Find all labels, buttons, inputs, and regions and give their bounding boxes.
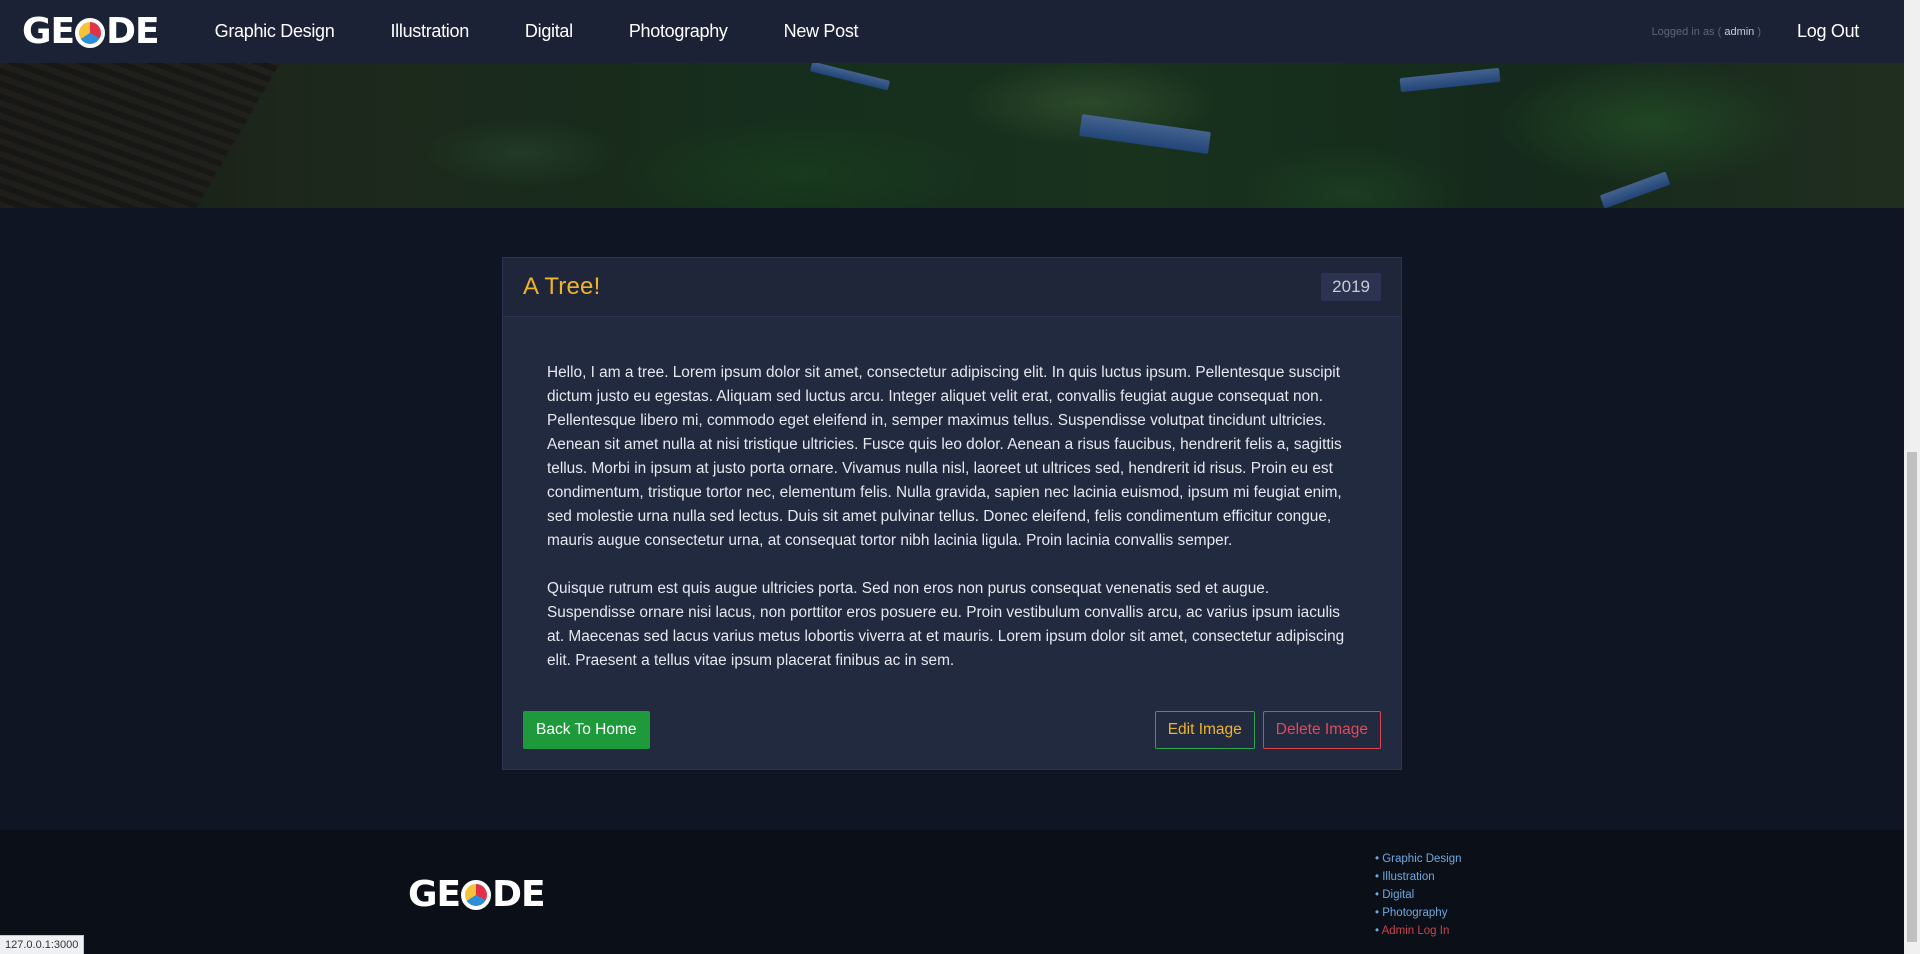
logged-in-status: Logged in as ( admin ) [1652, 26, 1761, 38]
post-card-header: A Tree! 2019 [503, 258, 1401, 317]
site-logo[interactable]: GE DE [22, 0, 160, 63]
post-body: Hello, I am a tree. Lorem ipsum dolor si… [503, 317, 1401, 673]
logged-in-username: admin [1724, 25, 1755, 38]
logo-text-left: GE [22, 11, 75, 52]
nav-link-digital[interactable]: Digital [525, 21, 573, 42]
footer-link-graphic-design[interactable]: Graphic Design [1375, 850, 1461, 868]
nav-links: Graphic Design Illustration Digital Phot… [191, 21, 891, 42]
footer-logo-text-left: GE [408, 874, 461, 915]
logo-text-right: DE [106, 11, 159, 52]
footer-logo-o-icon [461, 879, 492, 910]
hero-image [0, 63, 1904, 208]
nav-link-illustration[interactable]: Illustration [390, 21, 469, 42]
page-scrollbar[interactable] [1904, 0, 1920, 954]
scrollbar-thumb[interactable] [1907, 452, 1917, 942]
footer-link-photography[interactable]: Photography [1375, 904, 1462, 922]
footer-link-digital[interactable]: Digital [1375, 886, 1462, 904]
footer-links: Graphic Design Illustration Digital Phot… [1375, 850, 1462, 940]
post-year-badge: 2019 [1321, 273, 1381, 301]
top-navbar: GE DE Graphic Design Illustration Digital… [0, 0, 1904, 63]
post-title: A Tree! [523, 273, 601, 300]
logged-in-suffix: ) [1757, 25, 1762, 38]
edit-image-button[interactable]: Edit Image [1154, 711, 1255, 749]
logout-link[interactable]: Log Out [1797, 21, 1859, 42]
delete-image-button[interactable]: Delete Image [1262, 711, 1381, 749]
post-card-footer: Back To Home Edit Image Delete Image [523, 711, 1381, 749]
hero-shade [0, 63, 1904, 208]
nav-link-new-post[interactable]: New Post [784, 21, 859, 42]
nav-right: Logged in as ( admin ) Log Out [1652, 21, 1904, 42]
footer-logo-text-right: DE [492, 874, 545, 915]
nav-link-graphic-design[interactable]: Graphic Design [215, 21, 335, 42]
status-bar-url: 127.0.0.1:3000 [0, 935, 85, 954]
post-actions: Edit Image Delete Image [1154, 711, 1381, 749]
site-footer: GE DE Graphic Design Illustration Digital… [0, 830, 1904, 954]
footer-logo[interactable]: GE DE [408, 874, 546, 915]
back-to-home-button[interactable]: Back To Home [523, 711, 650, 749]
footer-link-illustration[interactable]: Illustration [1375, 868, 1462, 886]
post-paragraph: Quisque rutrum est quis augue ultricies … [547, 580, 1345, 669]
logged-in-prefix: Logged in as ( [1651, 25, 1722, 38]
post-card: A Tree! 2019 Hello, I am a tree. Lorem i… [502, 257, 1402, 770]
post-paragraph: Hello, I am a tree. Lorem ipsum dolor si… [547, 364, 1342, 549]
logo-o-icon [75, 17, 106, 48]
footer-link-admin-login[interactable]: Admin Log In [1375, 922, 1462, 940]
nav-link-photography[interactable]: Photography [629, 21, 728, 42]
